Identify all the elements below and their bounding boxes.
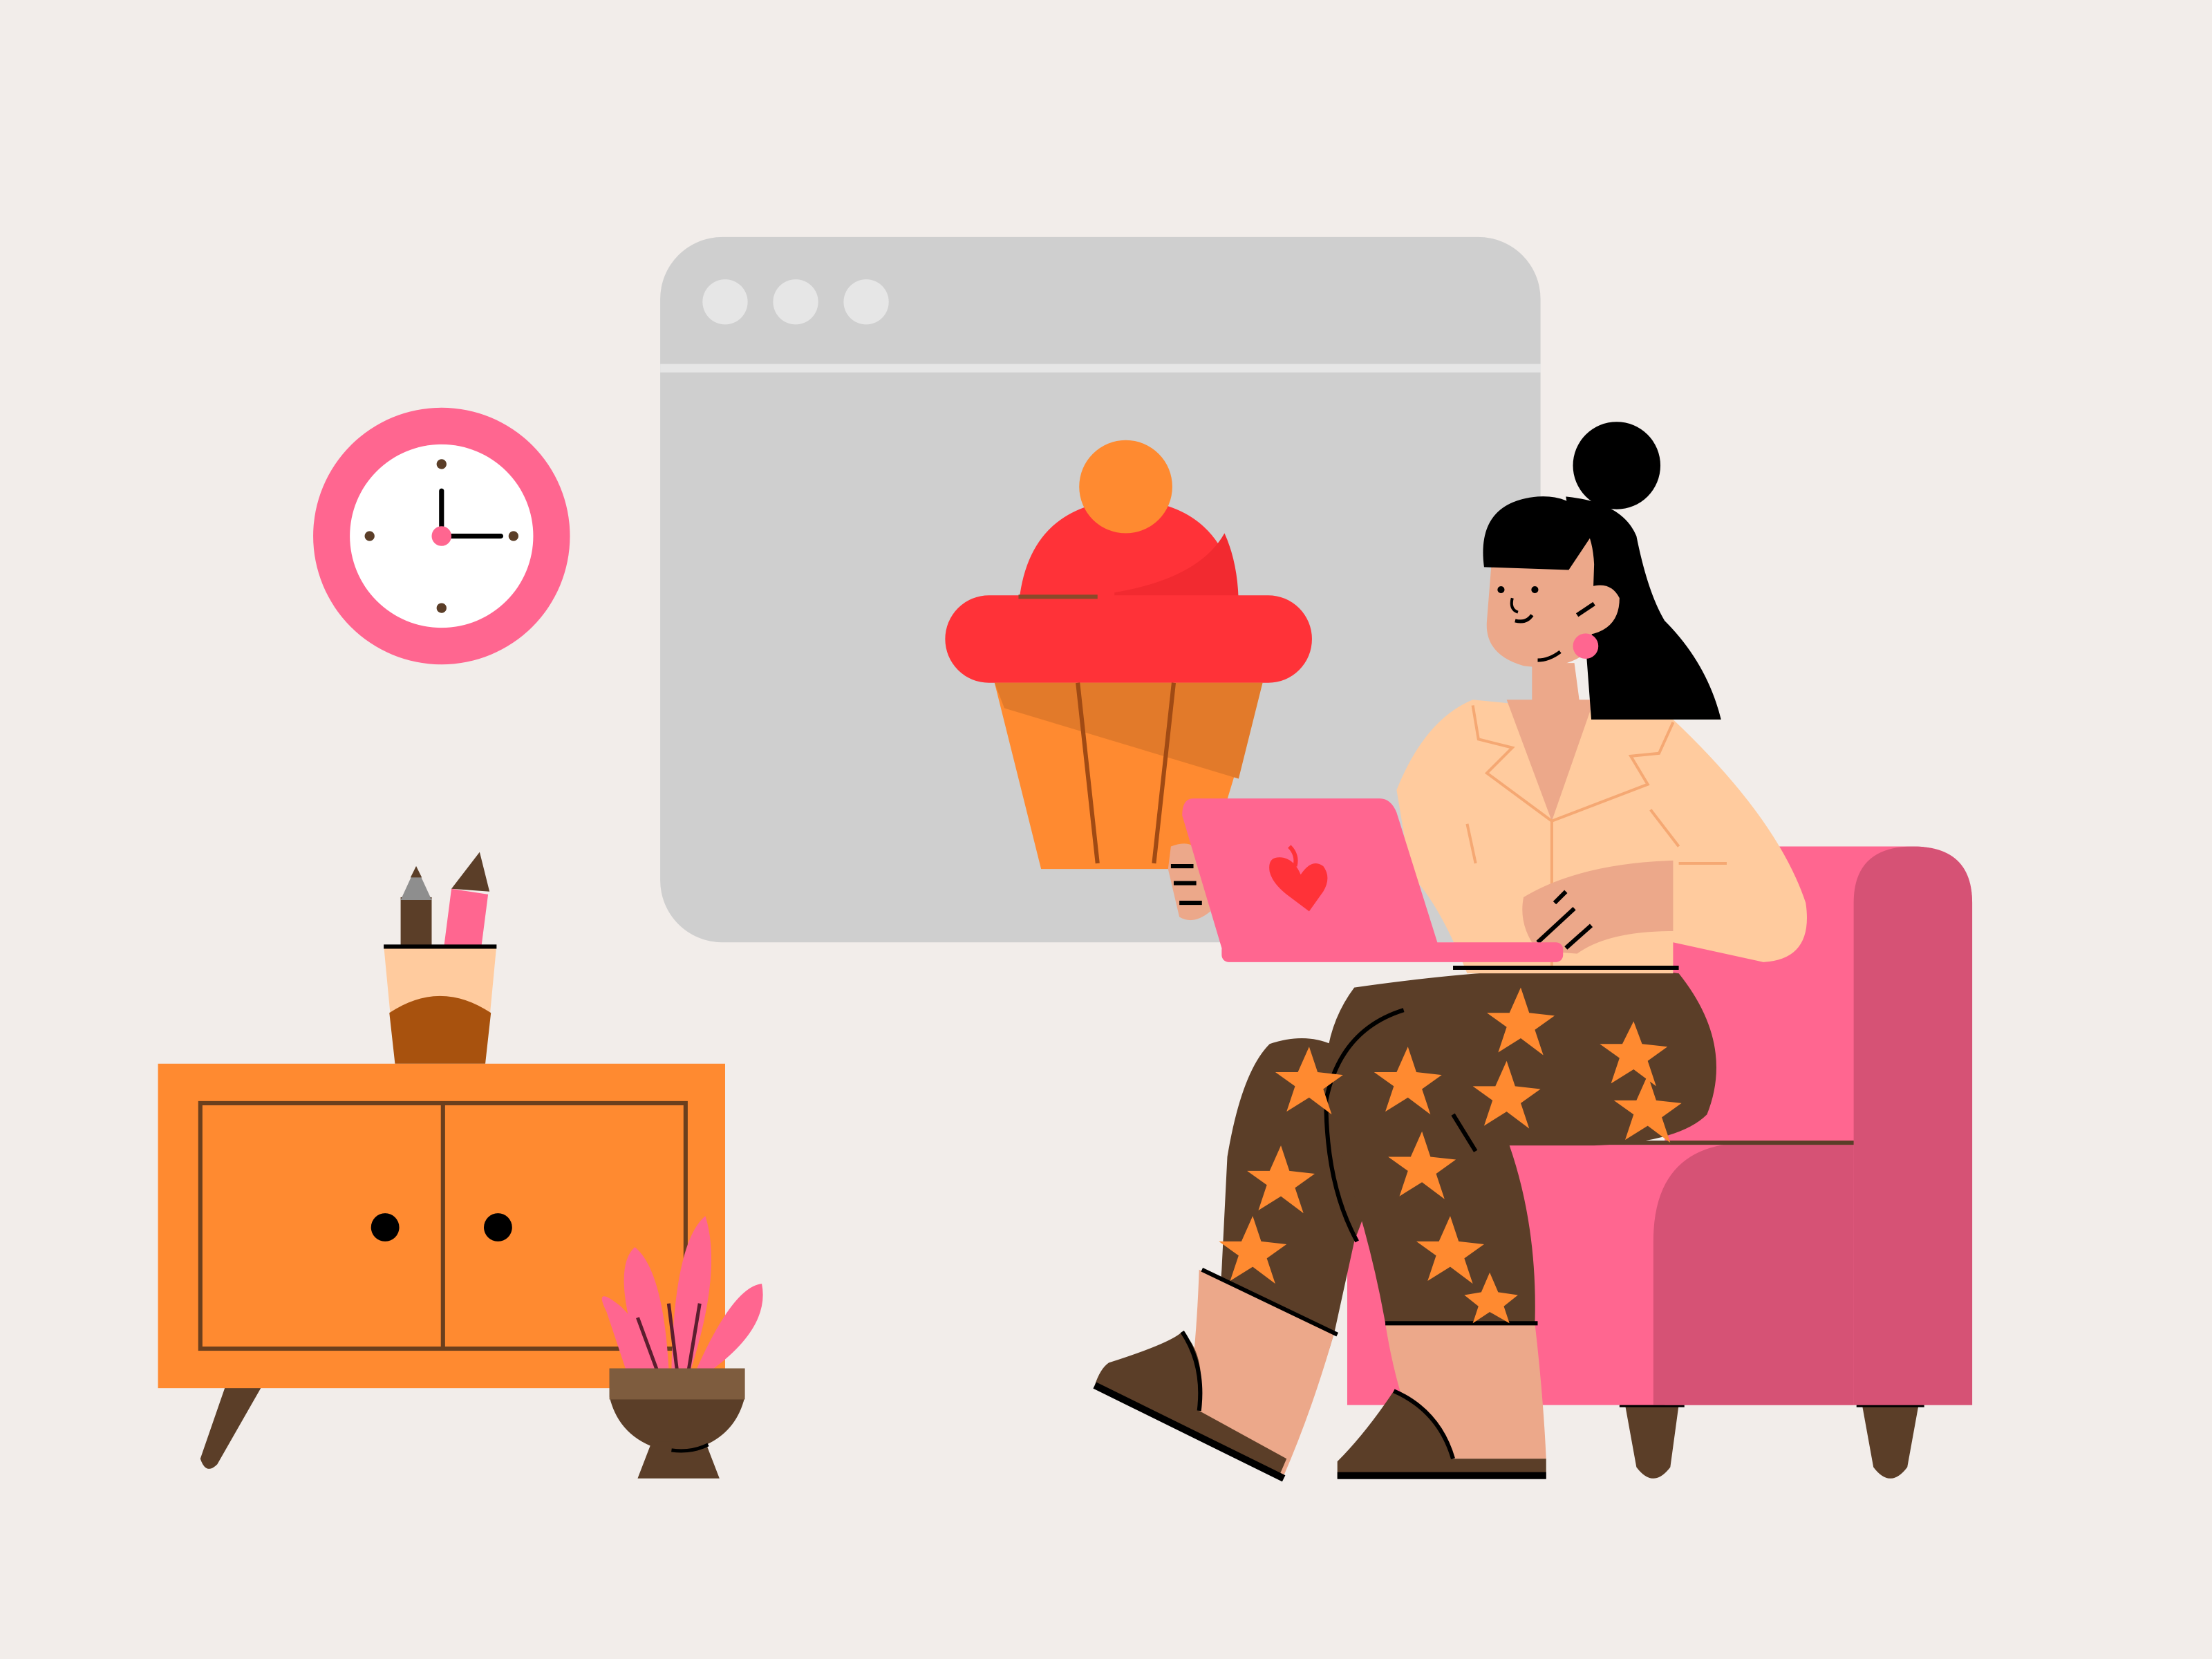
browser-window-divider (660, 364, 1541, 373)
cupcake-frosting-band (945, 595, 1312, 683)
clock-tick-12 (436, 459, 447, 469)
cabinet-leg-left (200, 1385, 263, 1469)
pencil-cup-band (389, 995, 491, 1064)
armchair-arm-shade (1653, 1143, 1854, 1405)
clock-tick-9 (364, 531, 375, 541)
cabinet-knob-left[interactable] (371, 1213, 400, 1241)
pencil-brown-lead (410, 866, 422, 878)
plant-pot-rim (609, 1368, 745, 1400)
laptop-base[interactable] (1221, 942, 1564, 962)
plant-pot-base (637, 1441, 720, 1479)
armchair-leg-left (1625, 1405, 1679, 1479)
pencil-pink-tip (451, 852, 490, 892)
illustration-scene (158, 236, 1973, 1482)
cupcake-cherry (1079, 440, 1172, 534)
browser-dot-3[interactable] (843, 279, 889, 325)
browser-dot-2[interactable] (773, 279, 818, 325)
woman-hair-bun (1573, 422, 1661, 509)
woman-earring (1573, 633, 1599, 659)
woman-eye-left (1497, 585, 1505, 594)
clock-tick-3 (508, 531, 518, 541)
woman-eye-right (1531, 585, 1539, 594)
clock-tick-6 (436, 603, 447, 613)
clock-icon (313, 407, 570, 665)
pencil-cup (384, 852, 497, 1064)
armchair-back-shade (1853, 846, 1973, 1405)
browser-dot-1[interactable] (702, 279, 748, 325)
woman-neck (1532, 663, 1580, 706)
armchair-leg-right (1862, 1405, 1919, 1479)
clock-center-pin (431, 526, 452, 546)
cabinet-knob-right[interactable] (484, 1213, 512, 1241)
